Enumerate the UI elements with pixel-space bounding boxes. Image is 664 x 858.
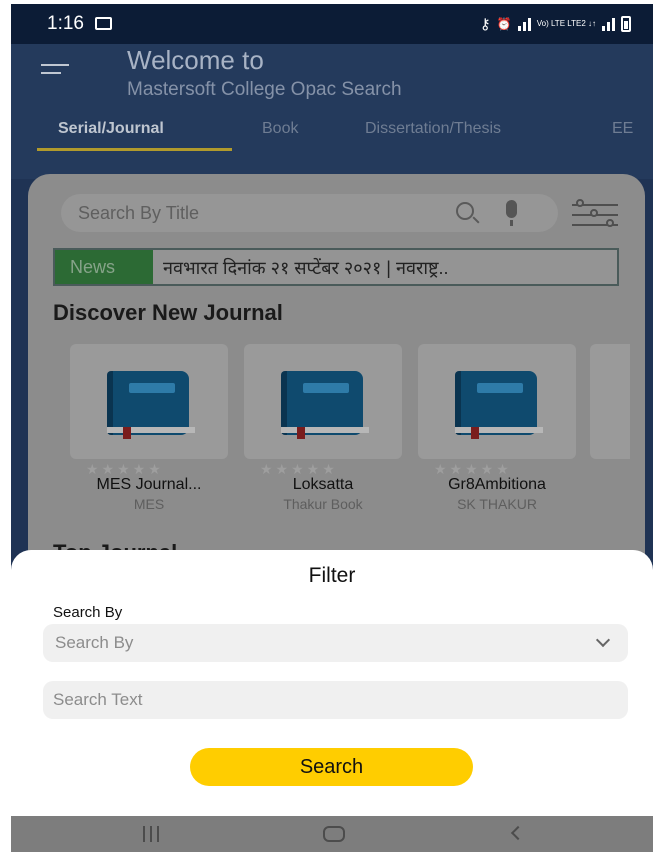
tab-indicator [37, 148, 232, 151]
filter-bottom-sheet: Filter Search By Search By Search [11, 550, 653, 818]
key-icon: ⚷ [479, 16, 491, 33]
journal-publisher: SK THAKUR [457, 496, 537, 512]
message-notification-icon [95, 17, 112, 30]
hamburger-icon[interactable] [41, 64, 69, 80]
search-by-dropdown[interactable]: Search By [43, 624, 628, 662]
filter-title: Filter [308, 564, 356, 587]
alarm-icon: ⏰ [496, 17, 512, 31]
search-bar[interactable]: Search By Title [61, 194, 558, 232]
battery-icon [621, 16, 631, 32]
status-time: 1:16 [47, 13, 84, 34]
search-text-input[interactable] [43, 681, 628, 719]
journal-card-partial[interactable] [590, 344, 630, 459]
news-tag: News [55, 250, 153, 284]
search-by-label: Search By [53, 604, 123, 621]
search-by-value: Search By [55, 633, 134, 652]
book-icon [107, 371, 195, 439]
network-label: Vo) LTE LTE2 ↓↑ [536, 19, 596, 28]
back-icon[interactable] [510, 825, 526, 841]
search-button[interactable]: Search [190, 748, 473, 786]
journal-title: Gr8Ambitiona [448, 476, 546, 493]
signal-icon [517, 17, 531, 31]
tab-serial-journal[interactable]: Serial/Journal [58, 120, 164, 138]
discover-section-title: Discover New Journal [53, 300, 283, 325]
journal-cover [244, 344, 402, 459]
journal-publisher: Thakur Book [283, 496, 363, 512]
status-bar: 1:16 ⚷ ⏰ Vo) LTE LTE2 ↓↑ [11, 4, 653, 44]
app-header: Welcome to Mastersoft College Opac Searc… [11, 44, 653, 179]
phone-screen: 1:16 ⚷ ⏰ Vo) LTE LTE2 ↓↑ Welcome to Mast… [11, 4, 653, 852]
tab-ee[interactable]: EE [612, 120, 633, 138]
status-icons: ⚷ ⏰ Vo) LTE LTE2 ↓↑ [480, 15, 631, 33]
book-icon [281, 371, 369, 439]
journal-cover [418, 344, 576, 459]
book-icon [455, 371, 543, 439]
page-title: Welcome to [127, 45, 264, 75]
news-ticker[interactable]: News नवभारत दिनांक २१ सप्टेंबर २०२१ | नव… [53, 248, 619, 286]
mic-icon[interactable] [506, 200, 517, 226]
page-subtitle: Mastersoft College Opac Search [127, 79, 402, 100]
journal-title: Loksatta [292, 476, 354, 493]
search-placeholder: Search By Title [78, 203, 200, 223]
journal-title: MES Journal... [96, 476, 202, 493]
tab-bar: Serial/Journal Book Dissertation/Thesis … [11, 116, 653, 156]
journal-publisher: MES [133, 496, 165, 512]
journal-cover [70, 344, 228, 459]
tab-dissertation-thesis[interactable]: Dissertation/Thesis [365, 120, 501, 138]
search-icon[interactable] [456, 202, 474, 220]
tab-book[interactable]: Book [262, 120, 298, 138]
news-text: नवभारत दिनांक २१ सप्टेंबर २०२१ | नवराष्ट… [163, 258, 449, 278]
filter-sliders-icon[interactable] [572, 199, 618, 230]
main-content: Search By Title News नवभारत दिनांक २१ सप… [28, 174, 645, 594]
chevron-down-icon [595, 632, 611, 648]
home-icon[interactable] [323, 826, 345, 842]
recent-apps-icon[interactable] [143, 826, 163, 842]
system-nav-bar [11, 816, 653, 852]
signal-icon-2 [602, 17, 615, 31]
